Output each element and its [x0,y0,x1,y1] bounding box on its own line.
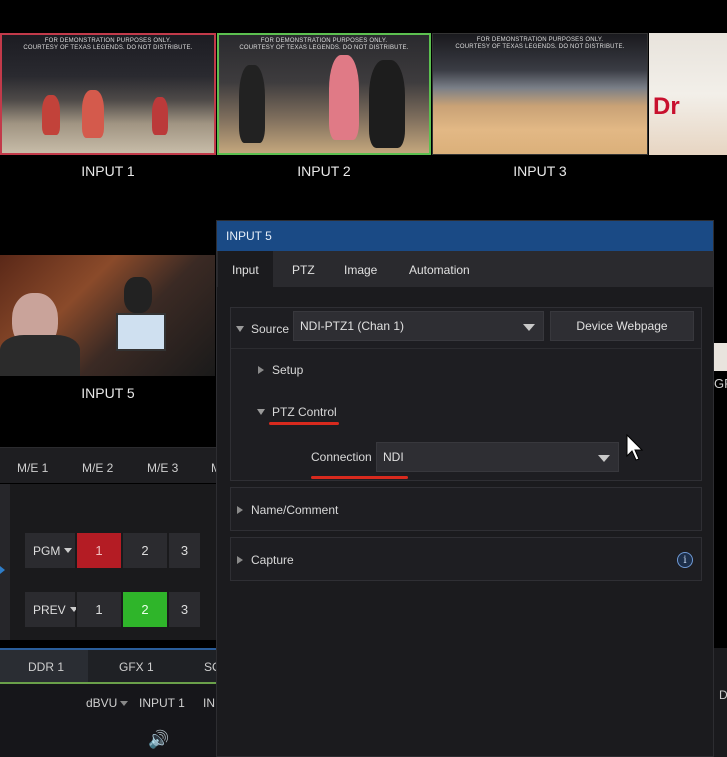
input-1-label: INPUT 1 [81,163,135,179]
tab-ptz[interactable]: PTZ [278,251,329,287]
source-label: Source [251,322,290,336]
player-figure [152,97,168,135]
ptz-control-label: PTZ Control [272,405,337,419]
prev-button-2[interactable]: 2 [122,592,167,627]
expand-icon [237,556,243,564]
expand-icon [258,366,264,374]
tab-ddr1[interactable]: DDR 1 [0,650,88,684]
player-figure [369,60,405,148]
input-2-label: INPUT 2 [297,163,351,179]
connection-highlight [311,476,408,479]
watermark: FOR DEMONSTRATION PURPOSES ONLY. COURTES… [239,38,409,51]
tab-gfx1[interactable]: GFX 1 [119,660,154,674]
dbvu-menu[interactable]: dBVU [86,696,129,710]
panel-title: INPUT 5 [217,221,713,251]
connection-value: NDI [383,450,404,464]
input-monitor-edge[interactable] [714,343,727,371]
mouse-cursor-icon [626,434,644,461]
tab-image[interactable]: Image [330,251,391,287]
info-icon[interactable]: i [677,552,693,568]
input-1-video [2,35,214,153]
prev-row-menu[interactable]: PREV [25,592,78,627]
input-3-label: INPUT 3 [513,163,567,179]
chevron-down-icon [523,324,535,331]
input-5-monitor[interactable] [0,255,215,376]
player-figure [42,95,60,135]
name-comment-label: Name/Comment [251,503,339,517]
capture-section[interactable]: Capture i [230,537,702,581]
tab-me2[interactable]: M/E 2 [82,461,113,475]
media-edge-label: D [719,688,727,702]
pgm-label: PGM [33,543,61,558]
prev-button-1[interactable]: 1 [76,592,121,627]
name-comment-section[interactable]: Name/Comment [230,487,702,531]
input-3-monitor[interactable]: FOR DEMONSTRATION PURPOSES ONLY. COURTES… [432,33,648,155]
person-body [0,335,80,376]
switcher-scroll[interactable] [0,484,10,640]
me-tabbar: M/E 1 M/E 2 M/E 3 M [0,447,221,483]
watermark: FOR DEMONSTRATION PURPOSES ONLY. COURTES… [455,37,625,50]
sponsor-graphic: Dr [653,93,680,120]
dbvu-label: dBVU [86,696,118,710]
input-2-monitor[interactable]: FOR DEMONSTRATION PURPOSES ONLY. COURTES… [217,33,431,155]
setup-header[interactable]: Setup [231,352,701,388]
prev-button-3[interactable]: 3 [168,592,200,627]
ptz-control-highlight [269,422,339,425]
audio-mixer: dBVU INPUT 1 IN 🔊 [0,682,216,757]
media-edge: D [714,648,727,757]
player-figure [239,65,265,143]
tab-automation[interactable]: Automation [395,251,484,287]
input-3-video [433,34,647,154]
tab-me1[interactable]: M/E 1 [17,461,48,475]
capture-label: Capture [251,553,294,567]
connection-label: Connection [311,450,372,464]
pgm-button-2[interactable]: 2 [122,533,167,568]
expand-icon [257,409,265,415]
setup-label: Setup [272,363,304,377]
audio-input-2-label: IN [203,696,215,710]
pgm-row-menu[interactable]: PGM [25,533,75,568]
input-5-label: INPUT 5 [81,385,135,401]
expand-icon [237,506,243,514]
prev-label: PREV [33,602,66,617]
player-figure [329,55,359,140]
pgm-button-3[interactable]: 3 [168,533,200,568]
capture-header[interactable]: Capture [231,542,701,578]
computer-screen [116,313,166,351]
input-label-edge: GF [714,376,727,391]
pgm-button-1[interactable]: 1 [76,533,121,568]
camera-figure [124,277,152,313]
panel-tabbar: Input PTZ Image Automation [217,251,713,287]
chevron-down-icon [598,455,610,462]
watermark: FOR DEMONSTRATION PURPOSES ONLY. COURTES… [23,38,193,51]
connection-select[interactable]: NDI [376,442,619,472]
chevron-down-icon [120,701,129,707]
media-tabbar: DDR 1 GFX 1 SO [0,648,221,684]
input-config-panel: INPUT 5 Input PTZ Image Automation Sourc… [216,220,714,757]
device-webpage-button[interactable]: Device Webpage [550,311,694,341]
player-figure [82,90,104,138]
source-value: NDI-PTZ1 (Chan 1) [300,319,405,333]
source-select[interactable]: NDI-PTZ1 (Chan 1) [293,311,544,341]
scroll-arrow-icon [0,566,5,574]
speaker-icon[interactable]: 🔊 [148,730,169,750]
input-4-monitor[interactable]: Dr [649,33,727,155]
tab-me3[interactable]: M/E 3 [147,461,178,475]
expand-icon [236,326,244,332]
divider [231,348,701,349]
name-comment-header[interactable]: Name/Comment [231,492,701,528]
audio-input-1-label: INPUT 1 [139,696,185,710]
chevron-down-icon [64,548,73,553]
input-1-monitor[interactable]: FOR DEMONSTRATION PURPOSES ONLY. COURTES… [0,33,216,155]
tab-input[interactable]: Input [218,251,273,287]
